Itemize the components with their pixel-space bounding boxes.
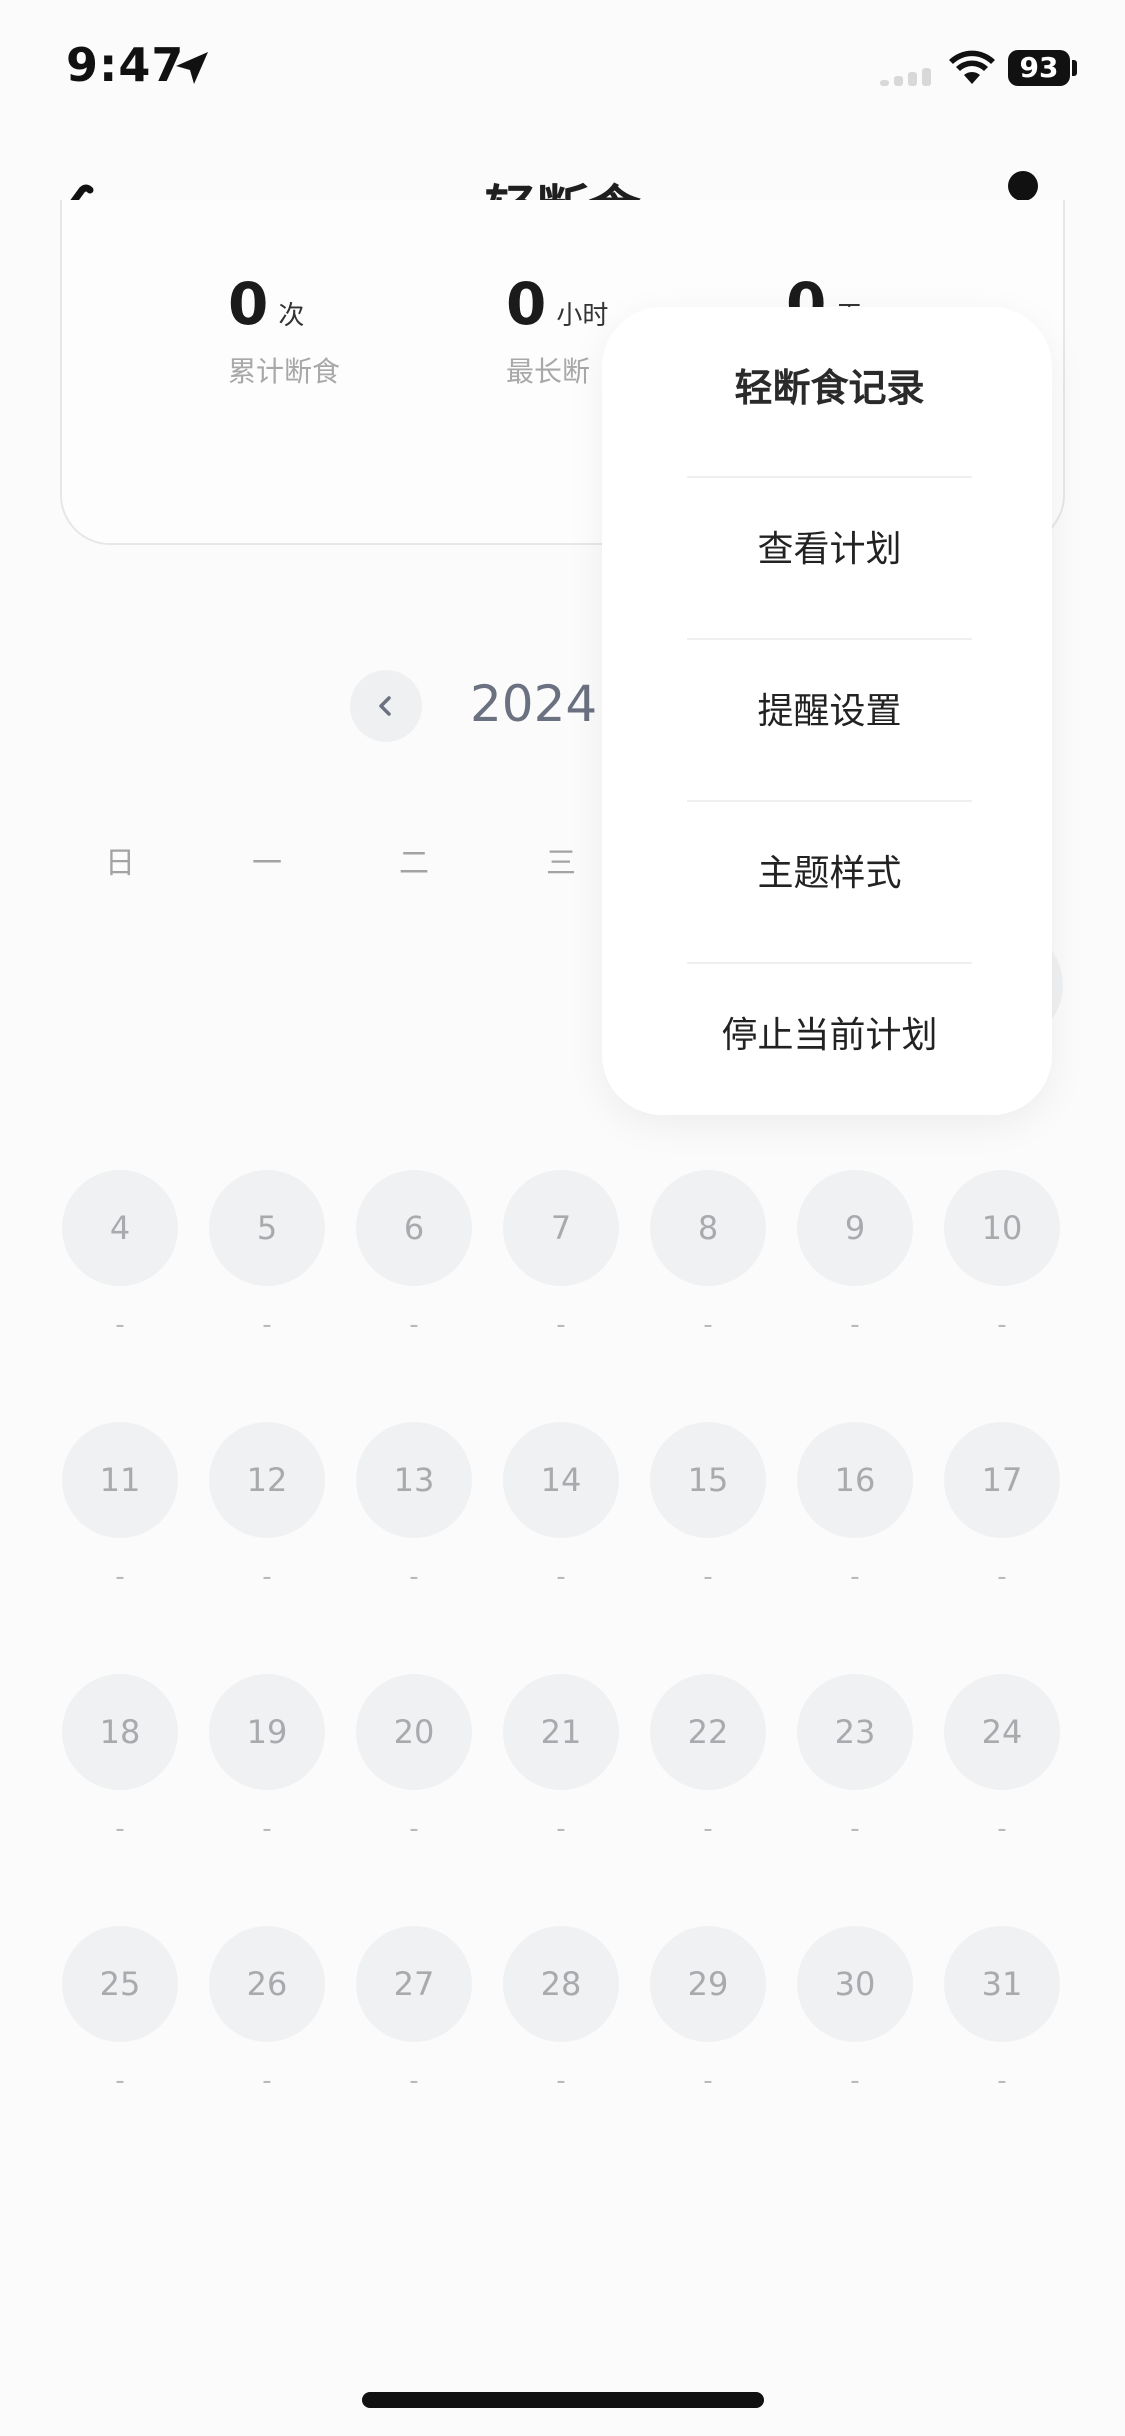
day-fasting-marker: -: [703, 1814, 713, 1844]
location-arrow-icon: [176, 52, 208, 84]
chevron-left-icon: [379, 696, 391, 716]
day-fasting-marker: -: [703, 1310, 713, 1340]
battery-indicator: 93: [1008, 50, 1070, 86]
calendar-day[interactable]: 16: [797, 1422, 913, 1538]
weekday-label: 一: [252, 846, 282, 881]
calendar-day[interactable]: 19: [209, 1674, 325, 1790]
stat-label: 最长断: [506, 355, 591, 388]
month-label: 2024.0: [470, 675, 610, 733]
calendar-day[interactable]: 5: [209, 1170, 325, 1286]
day-fasting-marker: -: [997, 1814, 1007, 1844]
day-fasting-marker: -: [703, 2066, 713, 2096]
calendar-day[interactable]: 9: [797, 1170, 913, 1286]
day-fasting-marker: -: [850, 1310, 860, 1340]
calendar-day[interactable]: 18: [62, 1674, 178, 1790]
day-fasting-marker: -: [409, 1562, 419, 1592]
calendar-day[interactable]: 12: [209, 1422, 325, 1538]
calendar-day[interactable]: 8: [650, 1170, 766, 1286]
day-fasting-marker: -: [556, 1562, 566, 1592]
day-fasting-marker: -: [409, 1814, 419, 1844]
day-fasting-marker: -: [115, 1310, 125, 1340]
menu-item-stop-current-plan[interactable]: 停止当前计划: [687, 955, 972, 1117]
status-time: 9:47: [66, 38, 185, 92]
day-fasting-marker: -: [703, 1562, 713, 1592]
calendar-day[interactable]: 24: [944, 1674, 1060, 1790]
calendar-day[interactable]: 6: [356, 1170, 472, 1286]
stat-label: 累计断食: [228, 355, 341, 388]
stat-unit: 次: [278, 301, 305, 331]
day-fasting-marker: -: [850, 1562, 860, 1592]
calendar-day[interactable]: 11: [62, 1422, 178, 1538]
calendar-day[interactable]: 15: [650, 1422, 766, 1538]
calendar-day[interactable]: 31: [944, 1926, 1060, 2042]
day-fasting-marker: -: [262, 1562, 272, 1592]
day-fasting-marker: -: [262, 2066, 272, 2096]
calendar-day[interactable]: 23: [797, 1674, 913, 1790]
menu-item-fasting-records[interactable]: 轻断食记录: [687, 307, 972, 469]
day-fasting-marker: -: [997, 2066, 1007, 2096]
calendar-day[interactable]: 20: [356, 1674, 472, 1790]
day-fasting-marker: -: [556, 1310, 566, 1340]
menu-item-view-plan[interactable]: 查看计划: [687, 469, 972, 631]
wifi-icon: [949, 50, 995, 84]
day-fasting-marker: -: [115, 2066, 125, 2096]
calendar-day[interactable]: 28: [503, 1926, 619, 2042]
day-fasting-marker: -: [262, 1814, 272, 1844]
calendar-day[interactable]: 26: [209, 1926, 325, 2042]
stat-longest-fast: 0 小时 最长断: [506, 270, 609, 388]
status-bar: 9:47 93: [0, 0, 1125, 140]
day-fasting-marker: -: [997, 1562, 1007, 1592]
calendar-day[interactable]: 14: [503, 1422, 619, 1538]
calendar-day[interactable]: 7: [503, 1170, 619, 1286]
day-fasting-marker: -: [997, 1310, 1007, 1340]
day-fasting-marker: -: [556, 1814, 566, 1844]
calendar-day[interactable]: 10: [944, 1170, 1060, 1286]
stat-value: 0: [228, 270, 269, 338]
day-fasting-marker: -: [115, 1814, 125, 1844]
battery-cap: [1072, 60, 1077, 76]
calendar-day[interactable]: 30: [797, 1926, 913, 2042]
calendar-day[interactable]: 4: [62, 1170, 178, 1286]
stat-value: 0: [506, 270, 547, 338]
calendar-day[interactable]: 27: [356, 1926, 472, 2042]
options-menu: 轻断食记录 查看计划 提醒设置 主题样式 停止当前计划: [602, 307, 1052, 1115]
home-indicator: [362, 2392, 764, 2408]
calendar-day[interactable]: 17: [944, 1422, 1060, 1538]
cellular-signal-icon: [880, 66, 940, 86]
calendar-day[interactable]: 13: [356, 1422, 472, 1538]
weekday-label: 日: [105, 846, 135, 881]
calendar-day[interactable]: 25: [62, 1926, 178, 2042]
calendar-day[interactable]: 21: [503, 1674, 619, 1790]
menu-item-reminder-settings[interactable]: 提醒设置: [687, 631, 972, 793]
menu-item-theme-style[interactable]: 主题样式: [687, 793, 972, 955]
calendar-day[interactable]: 29: [650, 1926, 766, 2042]
day-fasting-marker: -: [850, 2066, 860, 2096]
day-fasting-marker: -: [262, 1310, 272, 1340]
day-fasting-marker: -: [115, 1562, 125, 1592]
day-fasting-marker: -: [409, 1310, 419, 1340]
prev-month-button[interactable]: [350, 670, 422, 742]
day-fasting-marker: -: [409, 2066, 419, 2096]
calendar-day[interactable]: 22: [650, 1674, 766, 1790]
stat-total-fasts: 0次 累计断食: [228, 270, 340, 388]
day-fasting-marker: -: [850, 1814, 860, 1844]
stat-unit: 小时: [556, 301, 609, 331]
weekday-label: 二: [399, 846, 429, 881]
day-fasting-marker: -: [556, 2066, 566, 2096]
